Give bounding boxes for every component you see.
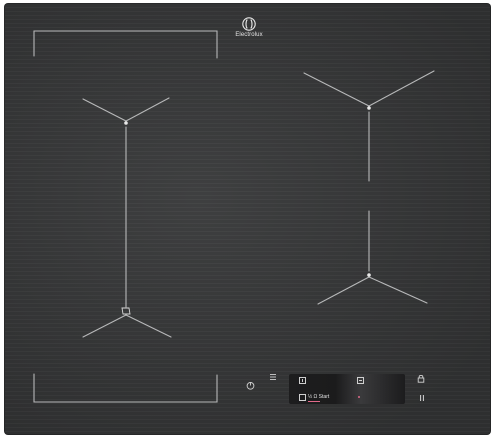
checkbox-icon[interactable] <box>299 394 306 401</box>
selection-underline <box>308 401 320 402</box>
zone-center-dot-right-bottom <box>367 273 371 277</box>
zone-center-dot-right-top <box>367 106 371 110</box>
power-icon[interactable] <box>246 381 255 390</box>
indicator-dot <box>358 396 360 398</box>
control-panel: ½ Ω Start <box>246 365 477 405</box>
lock-icon[interactable] <box>417 374 425 383</box>
display-status-text: ½ Ω Start <box>308 394 330 400</box>
zone-right-bottom <box>317 210 428 305</box>
timer-icon[interactable] <box>299 377 306 384</box>
brand-name: Electrolux <box>235 32 263 38</box>
zone-marker-bottom-left <box>33 373 218 403</box>
function-icon[interactable] <box>357 377 364 384</box>
zone-center-dot-left-top <box>124 121 128 125</box>
brand-logo: Electrolux <box>233 17 265 45</box>
bridge-zone-left <box>82 97 172 338</box>
electrolux-logo-icon <box>242 17 256 31</box>
induction-hob: Electrolux ½ Ω Start <box>4 3 491 435</box>
zone-right-top <box>303 70 435 182</box>
pan-detect-icon <box>121 307 131 315</box>
menu-icon[interactable] <box>269 373 277 381</box>
zone-marker-top-left <box>33 30 218 59</box>
control-display[interactable]: ½ Ω Start <box>289 374 405 404</box>
pause-icon[interactable] <box>418 394 426 402</box>
